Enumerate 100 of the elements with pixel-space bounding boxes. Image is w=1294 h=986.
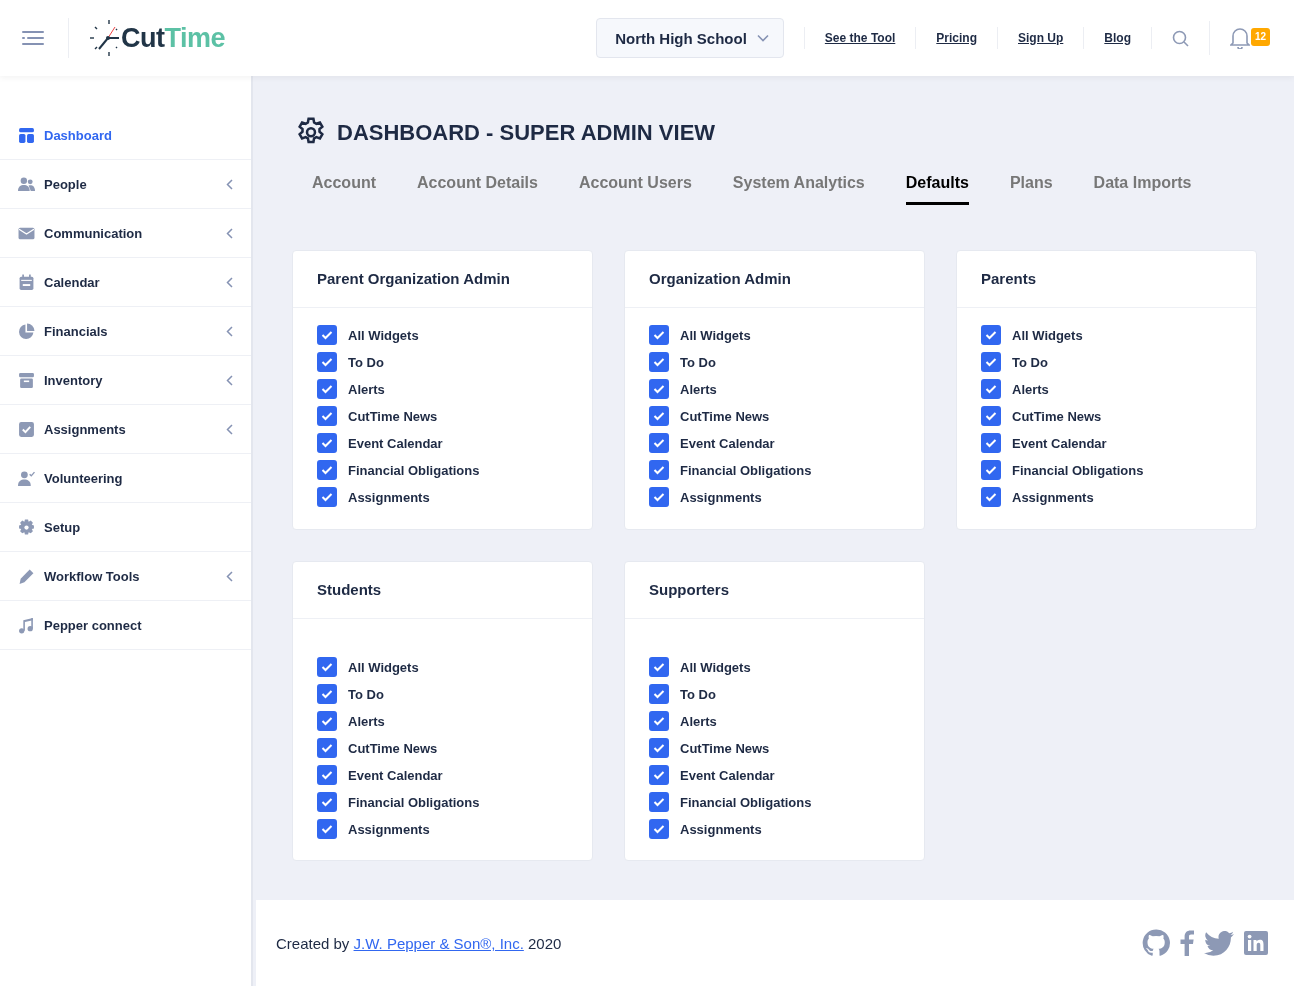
sidebar-item[interactable]: Dashboard [0,111,251,160]
checkbox[interactable] [981,379,1001,399]
sidebar-item[interactable]: Calendar [0,258,251,307]
checkbox[interactable] [317,460,337,480]
check-icon [653,716,665,726]
tab[interactable]: System Analytics [732,174,865,205]
nav-link[interactable]: Pricing [915,27,997,49]
check-icon [985,384,997,394]
checkbox[interactable] [981,406,1001,426]
linkedin-icon[interactable] [1244,931,1268,955]
checkbox-label: Event Calendar [680,767,775,783]
checkbox-label: Event Calendar [1012,435,1107,451]
checkbox[interactable] [649,433,669,453]
checkbox[interactable] [649,657,669,677]
checkbox-label: To Do [1012,354,1048,370]
bird-icon[interactable] [1204,930,1234,956]
sidebar-item[interactable]: People [0,160,251,209]
checkbox[interactable] [317,711,337,731]
sidebar-item[interactable]: Communication [0,209,251,258]
school-dropdown[interactable]: North High School [596,18,784,58]
check-icon [321,384,333,394]
checkbox-label: Alerts [348,381,385,397]
tab[interactable]: Plans [1009,174,1053,205]
checkbox[interactable] [317,684,337,704]
checkbox-label: Event Calendar [348,767,443,783]
check-icon [321,465,333,475]
checkbox[interactable] [649,684,669,704]
sidebar-item[interactable]: Setup [0,503,251,552]
sidebar-item[interactable]: Assignments [0,405,251,454]
check-icon [653,411,665,421]
footer-text: Created by J.W. Pepper & Son®, Inc. 2020 [276,934,562,952]
checkbox[interactable] [317,433,337,453]
pie-chart-icon [18,322,35,340]
checkbox[interactable] [649,819,669,839]
checkbox-label: All Widgets [680,659,751,675]
check-icon [985,492,997,502]
checkbox-label: All Widgets [1012,327,1083,343]
facebook-icon[interactable] [1180,930,1194,956]
check-icon [321,743,333,753]
checkbox[interactable] [317,406,337,426]
checkbox[interactable] [317,379,337,399]
check-icon [321,330,333,340]
card-title: Parents [957,251,1256,308]
tab[interactable]: Defaults [905,174,969,205]
nav-link[interactable]: Sign Up [997,27,1084,49]
bell-icon[interactable] [1230,27,1250,49]
chevron-down-icon [756,34,769,42]
checkbox[interactable] [317,765,337,785]
checkbox[interactable] [317,738,337,758]
checkbox-label: To Do [680,686,716,702]
checkbox[interactable] [649,460,669,480]
checkbox[interactable] [649,487,669,507]
check-icon [653,824,665,834]
settings-icon [18,518,35,536]
checkbox[interactable] [981,352,1001,372]
checkbox[interactable] [317,657,337,677]
checkbox[interactable] [317,819,337,839]
sidebar-item[interactable]: Pepper connect [0,601,251,650]
checkbox-label: Alerts [680,713,717,729]
footer-link[interactable]: J.W. Pepper & Son®, Inc. [353,934,524,952]
checkbox[interactable] [317,352,337,372]
tab[interactable]: Data Imports [1093,174,1192,205]
checkbox[interactable] [317,487,337,507]
check-icon [321,797,333,807]
checkbox[interactable] [317,792,337,812]
nav-link[interactable]: See the Tool [803,27,916,49]
tab[interactable]: Account Details [417,174,538,205]
checkbox[interactable] [649,325,669,345]
checkbox[interactable] [649,738,669,758]
check-icon [985,438,997,448]
menu-button[interactable] [22,29,46,47]
sidebar-item[interactable]: Financials [0,307,251,356]
checkbox[interactable] [649,711,669,731]
checkbox[interactable] [649,352,669,372]
tab[interactable]: Account [312,174,376,205]
tab[interactable]: Account Users [578,174,692,205]
check-icon [653,492,665,502]
sidebar-item[interactable]: Volunteering [0,454,251,503]
check-icon [321,662,333,672]
checkbox-label: CutTime News [1012,408,1102,424]
checkbox[interactable] [981,325,1001,345]
sidebar-item[interactable]: Inventory [0,356,251,405]
checkbox[interactable] [649,792,669,812]
checkbox-label: Financial Obligations [348,462,480,478]
person-check-icon [18,469,35,487]
checkbox[interactable] [649,765,669,785]
checkbox-label: All Widgets [348,327,419,343]
checkbox[interactable] [981,487,1001,507]
check-icon [985,330,997,340]
check-icon [653,357,665,367]
checkbox-label: Assignments [1012,489,1094,505]
checkbox[interactable] [981,433,1001,453]
checkbox[interactable] [981,460,1001,480]
nav-link[interactable]: Blog [1083,27,1151,49]
checkbox[interactable] [317,325,337,345]
github-icon[interactable] [1142,929,1170,957]
checkbox[interactable] [649,406,669,426]
checkbox-label: CutTime News [348,740,438,756]
sidebar-item[interactable]: Workflow Tools [0,552,251,601]
checkbox[interactable] [649,379,669,399]
